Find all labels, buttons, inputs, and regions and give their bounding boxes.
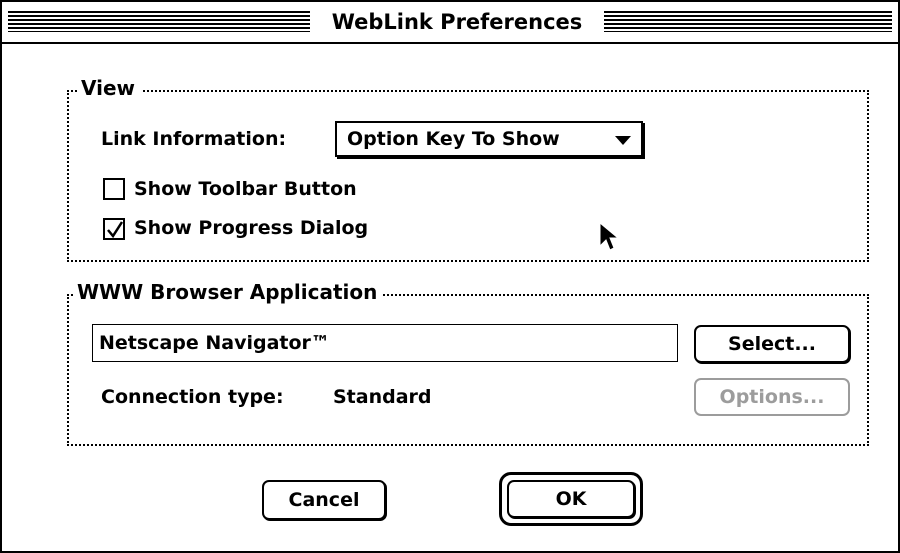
browser-name-field[interactable]: Netscape Navigator™ bbox=[92, 324, 678, 362]
show-toolbar-checkbox[interactable] bbox=[103, 178, 125, 200]
title-bar-stripes bbox=[604, 11, 892, 32]
show-progress-checkbox[interactable] bbox=[103, 218, 125, 240]
title-bar-stripes bbox=[8, 11, 310, 32]
connection-type-label: Connection type: bbox=[101, 386, 284, 408]
view-group-title: View bbox=[77, 76, 142, 100]
browser-group-title: WWW Browser Application bbox=[73, 280, 384, 304]
mouse-pointer-icon bbox=[599, 222, 619, 251]
cancel-button[interactable]: Cancel bbox=[262, 480, 386, 520]
chevron-down-icon bbox=[615, 136, 631, 145]
link-information-value: Option Key To Show bbox=[347, 128, 560, 150]
select-button[interactable]: Select... bbox=[694, 325, 850, 363]
link-information-popup[interactable]: Option Key To Show bbox=[335, 121, 643, 157]
window-title: WebLink Preferences bbox=[314, 6, 600, 38]
show-toolbar-label[interactable]: Show Toolbar Button bbox=[134, 177, 357, 201]
browser-group: WWW Browser Application bbox=[67, 280, 869, 446]
connection-type-value: Standard bbox=[333, 386, 432, 408]
preferences-dialog: WebLink Preferences View Link Informatio… bbox=[0, 0, 900, 553]
link-information-label: Link Information: bbox=[101, 128, 287, 150]
checkmark-icon bbox=[107, 221, 124, 239]
ok-button[interactable]: OK bbox=[507, 480, 635, 518]
title-bar[interactable]: WebLink Preferences bbox=[2, 2, 898, 44]
browser-name-value: Netscape Navigator™ bbox=[99, 332, 330, 354]
show-progress-label[interactable]: Show Progress Dialog bbox=[134, 216, 368, 240]
options-button[interactable]: Options... bbox=[694, 378, 850, 416]
